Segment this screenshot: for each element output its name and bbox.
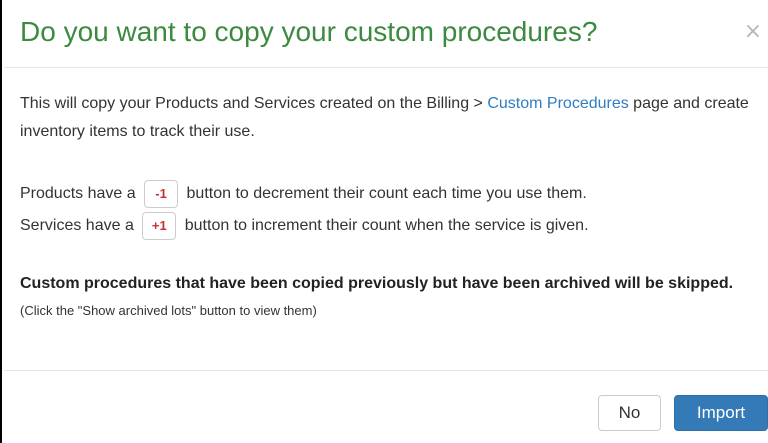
increment-button-sample: +1 (142, 211, 177, 240)
dialog-title: Do you want to copy your custom procedur… (20, 16, 598, 47)
intro-paragraph: This will copy your Products and Service… (20, 90, 754, 146)
import-button[interactable]: Import (674, 395, 768, 431)
intro-text-before-link: This will copy your Products and Service… (20, 95, 488, 112)
copy-procedures-dialog: Do you want to copy your custom procedur… (0, 0, 768, 443)
services-line: Services have a +1 button to increment t… (20, 210, 754, 242)
archived-notice-hint: (Click the "Show archived lots" button t… (20, 303, 317, 318)
products-suffix: button to decrement their count each tim… (186, 185, 587, 202)
no-button[interactable]: No (598, 395, 661, 431)
services-prefix: Services have a (20, 217, 134, 234)
products-line: Products have a -1 button to decrement t… (20, 178, 754, 210)
decrement-button-sample: -1 (144, 179, 179, 208)
services-suffix: button to increment their count when the… (184, 217, 589, 234)
custom-procedures-link[interactable]: Custom Procedures (487, 95, 628, 112)
dialog-body: This will copy your Products and Service… (20, 90, 754, 324)
dialog-header: Do you want to copy your custom procedur… (4, 0, 768, 68)
counter-explanations: Products have a -1 button to decrement t… (20, 178, 754, 242)
close-icon[interactable]: × (742, 20, 764, 44)
archived-notice-bold: Custom procedures that have been copied … (20, 275, 734, 292)
dialog-footer: No Import (4, 370, 768, 443)
products-prefix: Products have a (20, 185, 136, 202)
archived-notice: Custom procedures that have been copied … (20, 270, 754, 324)
